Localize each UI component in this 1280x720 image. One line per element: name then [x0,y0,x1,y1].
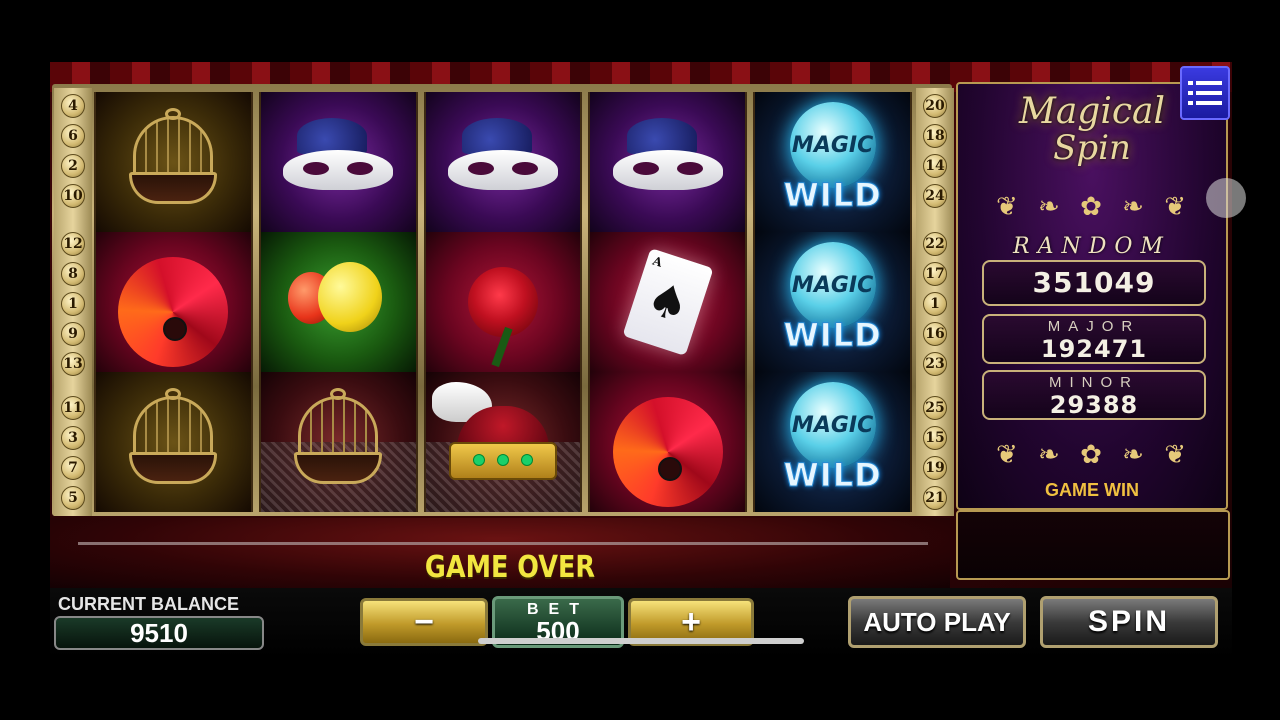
reel-cell [96,92,251,232]
payline-number[interactable]: 1 [923,292,947,316]
payline-number[interactable]: 12 [61,232,85,256]
payline-number[interactable]: 24 [923,184,947,208]
reel-cell [96,232,251,372]
reel-3 [423,92,583,512]
major-jackpot-box: MAJOR 192471 [982,314,1206,364]
balance-label: CURRENT BALANCE [58,594,239,614]
cage-icon [125,388,221,492]
bet-decrease-button[interactable]: − [360,598,488,646]
payline-number[interactable]: 6 [61,124,85,148]
reel-cell [260,92,416,232]
reel-cell [260,232,416,372]
random-jackpot-box: 351049 [982,260,1206,306]
payline-number[interactable]: 15 [923,426,947,450]
payline-number[interactable]: 5 [61,486,85,510]
payline-numbers-right: 20 18 14 24 22 17 1 16 23 25 15 19 21 [916,88,954,516]
minor-value: 29388 [1049,391,1139,419]
reels: A ♠ MAGIC WILD MAGIC WILD MAGIC WILD [94,92,912,512]
payline-number[interactable]: 11 [61,396,85,420]
payline-numbers-left: 4 6 2 10 12 8 1 9 13 11 3 7 5 [54,88,92,516]
fan-icon [612,397,723,507]
cage-icon [125,108,221,212]
balance-value: 9510 [54,616,264,650]
crown-icon [443,392,563,492]
home-indicator[interactable] [478,638,804,644]
ace-of-spades-icon: A ♠ [622,248,714,356]
payline-number[interactable]: 21 [923,486,947,510]
minor-label: MINOR [1049,374,1139,391]
random-jackpot-label: RANDOM [1013,234,1171,259]
payline-number[interactable]: 4 [61,94,85,118]
reel-cell [425,92,581,232]
jackpot-panel: Magical Spin ❦ ❧ ✿ ❧ ❦ RANDOM 351049 MAJ… [956,82,1228,510]
payline-number[interactable]: 25 [923,396,947,420]
payline-number[interactable]: 8 [61,262,85,286]
reel-5: MAGIC WILD MAGIC WILD MAGIC WILD [753,92,912,512]
payline-number[interactable]: 19 [923,456,947,480]
fan-icon [118,257,229,367]
rose-icon [467,267,538,337]
reel-cell [96,372,251,512]
payline-number[interactable]: 9 [61,322,85,346]
payline-number[interactable]: 23 [923,352,947,376]
wild-icon: MAGIC WILD [768,382,898,502]
mask-icon [283,118,394,192]
wild-text: WILD [783,176,882,215]
random-jackpot-value: 351049 [1032,266,1156,299]
reel-cell [590,372,746,512]
wild-icon: MAGIC WILD [768,102,898,222]
major-label: MAJOR [1047,318,1141,335]
reel-1 [94,92,253,512]
auto-play-button[interactable]: AUTO PLAY [848,596,1026,648]
payline-number[interactable]: 18 [923,124,947,148]
ornament-divider-icon: ❦ ❧ ✿ ❧ ❦ [996,440,1192,470]
payline-number[interactable]: 17 [923,262,947,286]
cage-icon [290,388,386,492]
logo-line-1: Magical [1018,91,1166,132]
payline-number[interactable]: 20 [923,94,947,118]
major-value: 192471 [1040,335,1148,363]
payline-number[interactable]: 1 [61,292,85,316]
balloons-icon [278,252,398,352]
payline-number[interactable]: 10 [61,184,85,208]
reel-cell: MAGIC WILD [755,372,910,512]
payline-number[interactable]: 16 [923,322,947,346]
payline-number[interactable]: 13 [61,352,85,376]
payline-number[interactable]: 2 [61,154,85,178]
wild-text: WILD [783,316,882,355]
menu-button[interactable] [1180,66,1230,120]
reel-2 [258,92,418,512]
payline-number[interactable]: 14 [923,154,947,178]
mask-icon [612,118,723,192]
game-win-label: GAME WIN [1045,480,1139,500]
message-bar: GAME OVER [50,518,950,588]
reel-cell [425,372,581,512]
payline-number[interactable]: 3 [61,426,85,450]
reel-cell: MAGIC WILD [755,232,910,372]
assistive-touch-button[interactable] [1206,178,1246,218]
reel-cell [425,232,581,372]
reel-cell: MAGIC WILD [755,92,910,232]
spin-button[interactable]: SPIN [1040,596,1218,648]
reel-cell: A ♠ [590,232,746,372]
minor-jackpot-box: MINOR 29388 [982,370,1206,420]
game-status-message: GAME OVER [424,550,596,585]
mask-icon [447,118,558,192]
control-bar: CURRENT BALANCE 9510 − BET 500 + AUTO PL… [50,588,1232,658]
payline-number[interactable]: 22 [923,232,947,256]
wild-icon: MAGIC WILD [768,242,898,362]
logo-line-2: Spin [1053,128,1131,168]
ornament-divider-icon: ❦ ❧ ✿ ❧ ❦ [996,192,1192,222]
reel-cell [590,92,746,232]
divider [78,542,928,545]
slot-machine-stage: 4 6 2 10 12 8 1 9 13 11 3 7 5 20 18 14 2… [50,62,1232,658]
card-suit: ♠ [639,269,696,335]
reel-4: A ♠ [588,92,748,512]
reel-cell [260,372,416,512]
card-rank: A [650,253,664,270]
list-menu-icon [1188,81,1222,105]
wild-text: WILD [783,456,882,495]
game-win-display [956,510,1230,580]
payline-number[interactable]: 7 [61,456,85,480]
